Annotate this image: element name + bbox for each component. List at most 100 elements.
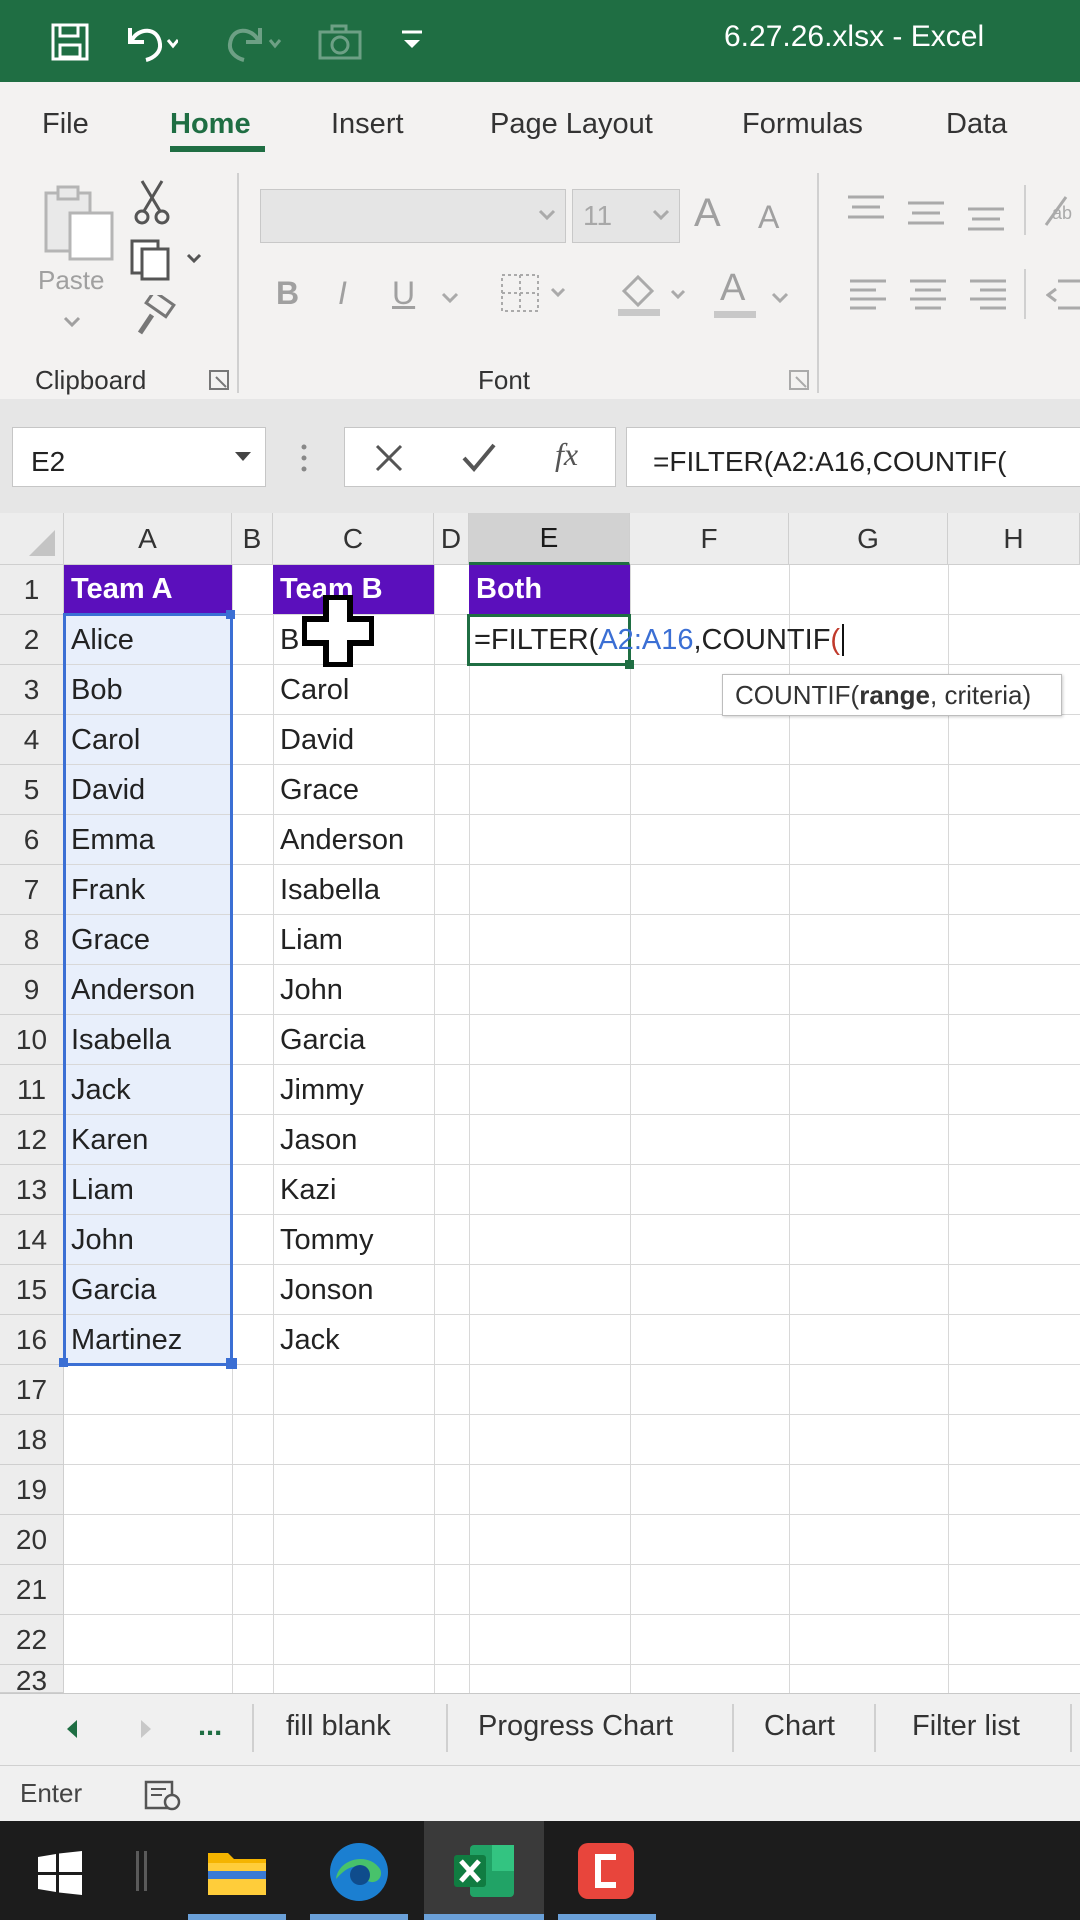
tab-page-layout[interactable]: Page Layout [490,108,653,141]
formula-input[interactable]: =FILTER(A2:A16,COUNTIF( [626,427,1080,487]
font-launcher-icon[interactable] [788,369,810,396]
align-top-icon[interactable] [848,193,884,228]
select-all-corner[interactable] [0,513,64,565]
screen-recorder-icon[interactable] [576,1841,636,1906]
team-b-cell[interactable]: David [273,715,434,765]
worksheet-grid[interactable]: A B C D E F G H 1 2 3 4 5 6 7 8 9 10 11 … [0,513,1080,1693]
cell-a1[interactable]: Team A [64,565,232,614]
font-size-combobox[interactable]: 11 [572,189,680,243]
align-right-icon[interactable] [970,277,1006,316]
team-b-cell[interactable]: Jonson [273,1265,434,1315]
column-header-h[interactable]: H [948,513,1080,565]
row-header[interactable]: 22 [0,1615,64,1665]
align-bottom-icon[interactable] [968,205,1004,240]
row-header[interactable]: 15 [0,1265,64,1315]
team-b-cell[interactable]: Isabella [273,865,434,915]
tab-insert[interactable]: Insert [331,108,404,141]
grow-font-button[interactable]: A [694,191,721,236]
sheet-prev-icon[interactable] [64,1718,80,1745]
column-header-g[interactable]: G [789,513,948,565]
more-options-icon[interactable] [300,443,308,478]
team-b-cell[interactable]: Jack [273,1315,434,1365]
row-header[interactable]: 8 [0,915,64,965]
windows-start-icon[interactable] [38,1851,82,1900]
sheet-tab-fill-blank[interactable]: fill blank [286,1710,391,1743]
column-header-d[interactable]: D [434,513,469,565]
team-b-cell[interactable]: Liam [273,915,434,965]
paste-label[interactable]: Paste [38,265,105,296]
row-header[interactable]: 20 [0,1515,64,1565]
clipboard-launcher-icon[interactable] [208,369,230,396]
row-header[interactable]: 2 [0,615,64,665]
team-b-cell[interactable]: John [273,965,434,1015]
cut-icon[interactable] [134,179,170,230]
italic-button[interactable]: I [338,275,347,312]
bold-button[interactable]: B [276,275,299,312]
camera-icon[interactable] [318,24,362,65]
row-header[interactable]: 7 [0,865,64,915]
decrease-indent-icon[interactable] [1045,277,1080,316]
file-explorer-icon[interactable] [206,1843,268,1904]
align-middle-icon[interactable] [908,199,944,234]
insert-function-icon[interactable]: fx [555,436,578,473]
column-header-c[interactable]: C [273,513,434,565]
range-handle[interactable] [226,610,235,619]
paste-icon[interactable] [40,183,120,268]
row-header[interactable]: 6 [0,815,64,865]
row-header[interactable]: 10 [0,1015,64,1065]
row-header[interactable]: 23 [0,1665,64,1693]
font-color-dropdown-icon[interactable] [770,291,790,310]
edge-browser-icon[interactable] [328,1841,390,1908]
row-header[interactable]: 16 [0,1315,64,1365]
customize-toolbar-icon[interactable] [400,28,424,59]
row-header[interactable]: 4 [0,715,64,765]
undo-icon[interactable] [122,20,180,69]
tab-formulas[interactable]: Formulas [742,108,863,141]
cancel-icon[interactable] [373,442,405,479]
cell-e1[interactable]: Both [469,565,630,614]
sheet-next-icon[interactable] [138,1718,154,1745]
row-header[interactable]: 13 [0,1165,64,1215]
fill-color-icon[interactable] [616,269,692,322]
cell-edit-text[interactable]: =FILTER(A2:A16 ,COUNTIF( [474,617,845,663]
save-icon[interactable] [50,22,90,67]
name-box[interactable]: E2 [12,427,266,487]
team-b-cell[interactable]: Tommy [273,1215,434,1265]
paste-dropdown-icon[interactable] [62,315,82,334]
team-b-cell[interactable]: Kazi [273,1165,434,1215]
sheet-tab-chart[interactable]: Chart [764,1710,835,1743]
copy-icon[interactable] [130,237,206,286]
borders-icon[interactable] [500,273,570,318]
sheet-tab-progress-chart[interactable]: Progress Chart [478,1710,673,1743]
range-handle[interactable] [59,1358,68,1367]
row-header[interactable]: 19 [0,1465,64,1515]
underline-dropdown-icon[interactable] [440,291,460,310]
shrink-font-button[interactable]: A [758,199,779,236]
column-header-a[interactable]: A [64,513,232,565]
row-header[interactable]: 5 [0,765,64,815]
row-header[interactable]: 11 [0,1065,64,1115]
tab-data[interactable]: Data [946,108,1007,141]
orientation-icon[interactable]: ab [1042,191,1080,234]
range-handle[interactable] [226,1358,237,1369]
function-tooltip[interactable]: COUNTIF(range, criteria) [722,674,1062,716]
row-header[interactable]: 3 [0,665,64,715]
align-left-icon[interactable] [850,277,886,316]
team-b-cell[interactable]: Grace [273,765,434,815]
font-name-combobox[interactable] [260,189,566,243]
enter-check-icon[interactable] [461,442,497,479]
font-color-button[interactable]: A [720,267,745,310]
team-b-cell[interactable]: Anderson [273,815,434,865]
redo-icon[interactable] [224,20,284,69]
underline-button[interactable]: U [392,275,415,312]
excel-icon[interactable] [452,1843,516,1904]
column-header-b[interactable]: B [232,513,273,565]
team-b-cell[interactable]: Jason [273,1115,434,1165]
row-header[interactable]: 17 [0,1365,64,1415]
row-header[interactable]: 1 [0,565,64,615]
row-header[interactable]: 9 [0,965,64,1015]
column-header-e[interactable]: E [469,513,630,565]
row-header[interactable]: 14 [0,1215,64,1265]
align-center-icon[interactable] [910,277,946,316]
row-header[interactable]: 12 [0,1115,64,1165]
